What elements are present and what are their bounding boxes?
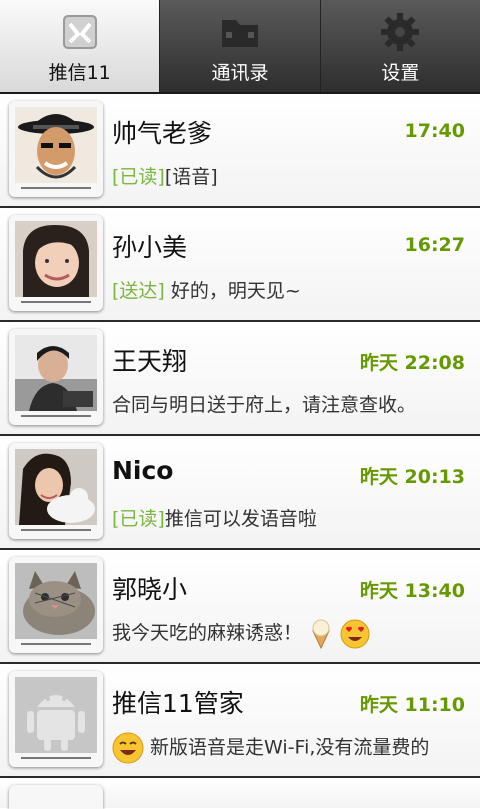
delivery-status: [送达] xyxy=(112,280,165,302)
avatar-image xyxy=(15,449,97,525)
message-preview: 新版语音是走Wi-Fi,没有流量费的 xyxy=(112,732,429,764)
message-preview: 我今天吃的麻辣诱惑！ xyxy=(112,618,370,649)
avatar-underline xyxy=(21,187,91,189)
avatar-image xyxy=(15,563,97,639)
message-text: 好的，明天见~ xyxy=(170,280,301,302)
ice-cream-emoticon-icon xyxy=(312,619,330,649)
message-preview: [已读][语音] xyxy=(112,162,218,189)
folder-icon xyxy=(221,20,258,47)
message-time: 昨天 13:40 xyxy=(359,580,465,602)
contact-name: Nico xyxy=(112,456,174,485)
tab-label: 推信11 xyxy=(48,62,111,84)
avatar-image xyxy=(15,107,97,183)
avatar-image xyxy=(15,335,97,411)
contact-name: 推信11管家 xyxy=(112,689,244,718)
message-time: 17:40 xyxy=(404,120,465,142)
conversation-list: 帅气老爹 17:40 [已读][语音] 孙小美 16:27 [送达] 好的，明天… xyxy=(0,94,480,809)
avatar-underline xyxy=(21,643,91,645)
message-text: 我今天吃的麻辣诱惑！ xyxy=(112,622,303,644)
read-status: [已读] xyxy=(112,508,165,530)
message-text: 新版语音是走Wi-Fi,没有流量费的 xyxy=(150,736,430,759)
contact-name: 帅气老爹 xyxy=(112,119,213,148)
message-preview: 合同与明日送于府上，请注意查收。 xyxy=(112,390,416,417)
tab-contacts[interactable]: 通讯录 xyxy=(160,0,321,92)
message-preview: [送达] 好的，明天见~ xyxy=(112,276,301,303)
tab-label: 通讯录 xyxy=(211,62,269,84)
conversation-row[interactable]: 王天翔 昨天 22:08 合同与明日送于府上，请注意查收。 xyxy=(0,322,480,436)
conversation-row[interactable]: Nico 昨天 20:13 [已读]推信可以发语音啦 xyxy=(0,436,480,550)
message-text: 推信可以发语音啦 xyxy=(164,508,317,530)
avatar xyxy=(9,101,103,197)
message-preview: [已读]推信可以发语音啦 xyxy=(112,504,317,531)
conversation-row[interactable]: 推信11管家 昨天 11:10 新版语音是走Wi-Fi,没有流量费的 xyxy=(0,664,480,778)
avatar xyxy=(9,671,103,767)
contact-name: 孙小美 xyxy=(112,233,188,262)
smile-emoticon-icon xyxy=(112,732,144,764)
message-time: 昨天 11:10 xyxy=(359,694,465,716)
conversation-row[interactable]: 郭晓小 昨天 13:40 我今天吃的麻辣诱惑！ xyxy=(0,550,480,664)
tab-label: 设置 xyxy=(381,62,420,84)
gear-icon xyxy=(381,13,420,51)
conversation-row[interactable]: 帅气老爹 17:40 [已读][语音] xyxy=(0,94,480,208)
message-time: 昨天 22:08 xyxy=(359,352,465,374)
avatar-underline xyxy=(21,529,91,531)
avatar xyxy=(9,785,103,809)
conversation-row[interactable]: 孙小美 16:27 [送达] 好的，明天见~ xyxy=(0,208,480,322)
tab-bar: 推信11 通讯录 设置 xyxy=(0,0,480,94)
tab-settings[interactable]: 设置 xyxy=(321,0,480,92)
avatar-underline xyxy=(21,415,91,417)
default-avatar-icon xyxy=(15,677,97,753)
avatar xyxy=(9,215,103,311)
avatar-image xyxy=(15,221,97,297)
chat-icon xyxy=(62,15,97,49)
read-status: [已读] xyxy=(112,166,165,188)
message-text: 合同与明日送于府上，请注意查收。 xyxy=(112,394,417,416)
tab-messages[interactable]: 推信11 xyxy=(0,0,161,92)
message-time: 昨天 20:13 xyxy=(359,466,465,488)
avatar-underline xyxy=(21,757,91,759)
avatar xyxy=(9,329,103,425)
avatar-underline xyxy=(21,301,91,303)
avatar xyxy=(9,443,103,539)
avatar xyxy=(9,557,103,653)
contact-name: 郭晓小 xyxy=(112,575,188,604)
message-time: 16:27 xyxy=(404,234,465,256)
heart-eyes-emoticon-icon xyxy=(340,619,370,648)
contact-name: 王天翔 xyxy=(112,347,188,376)
message-text: [语音] xyxy=(164,166,218,188)
conversation-row-partial[interactable] xyxy=(0,778,480,809)
